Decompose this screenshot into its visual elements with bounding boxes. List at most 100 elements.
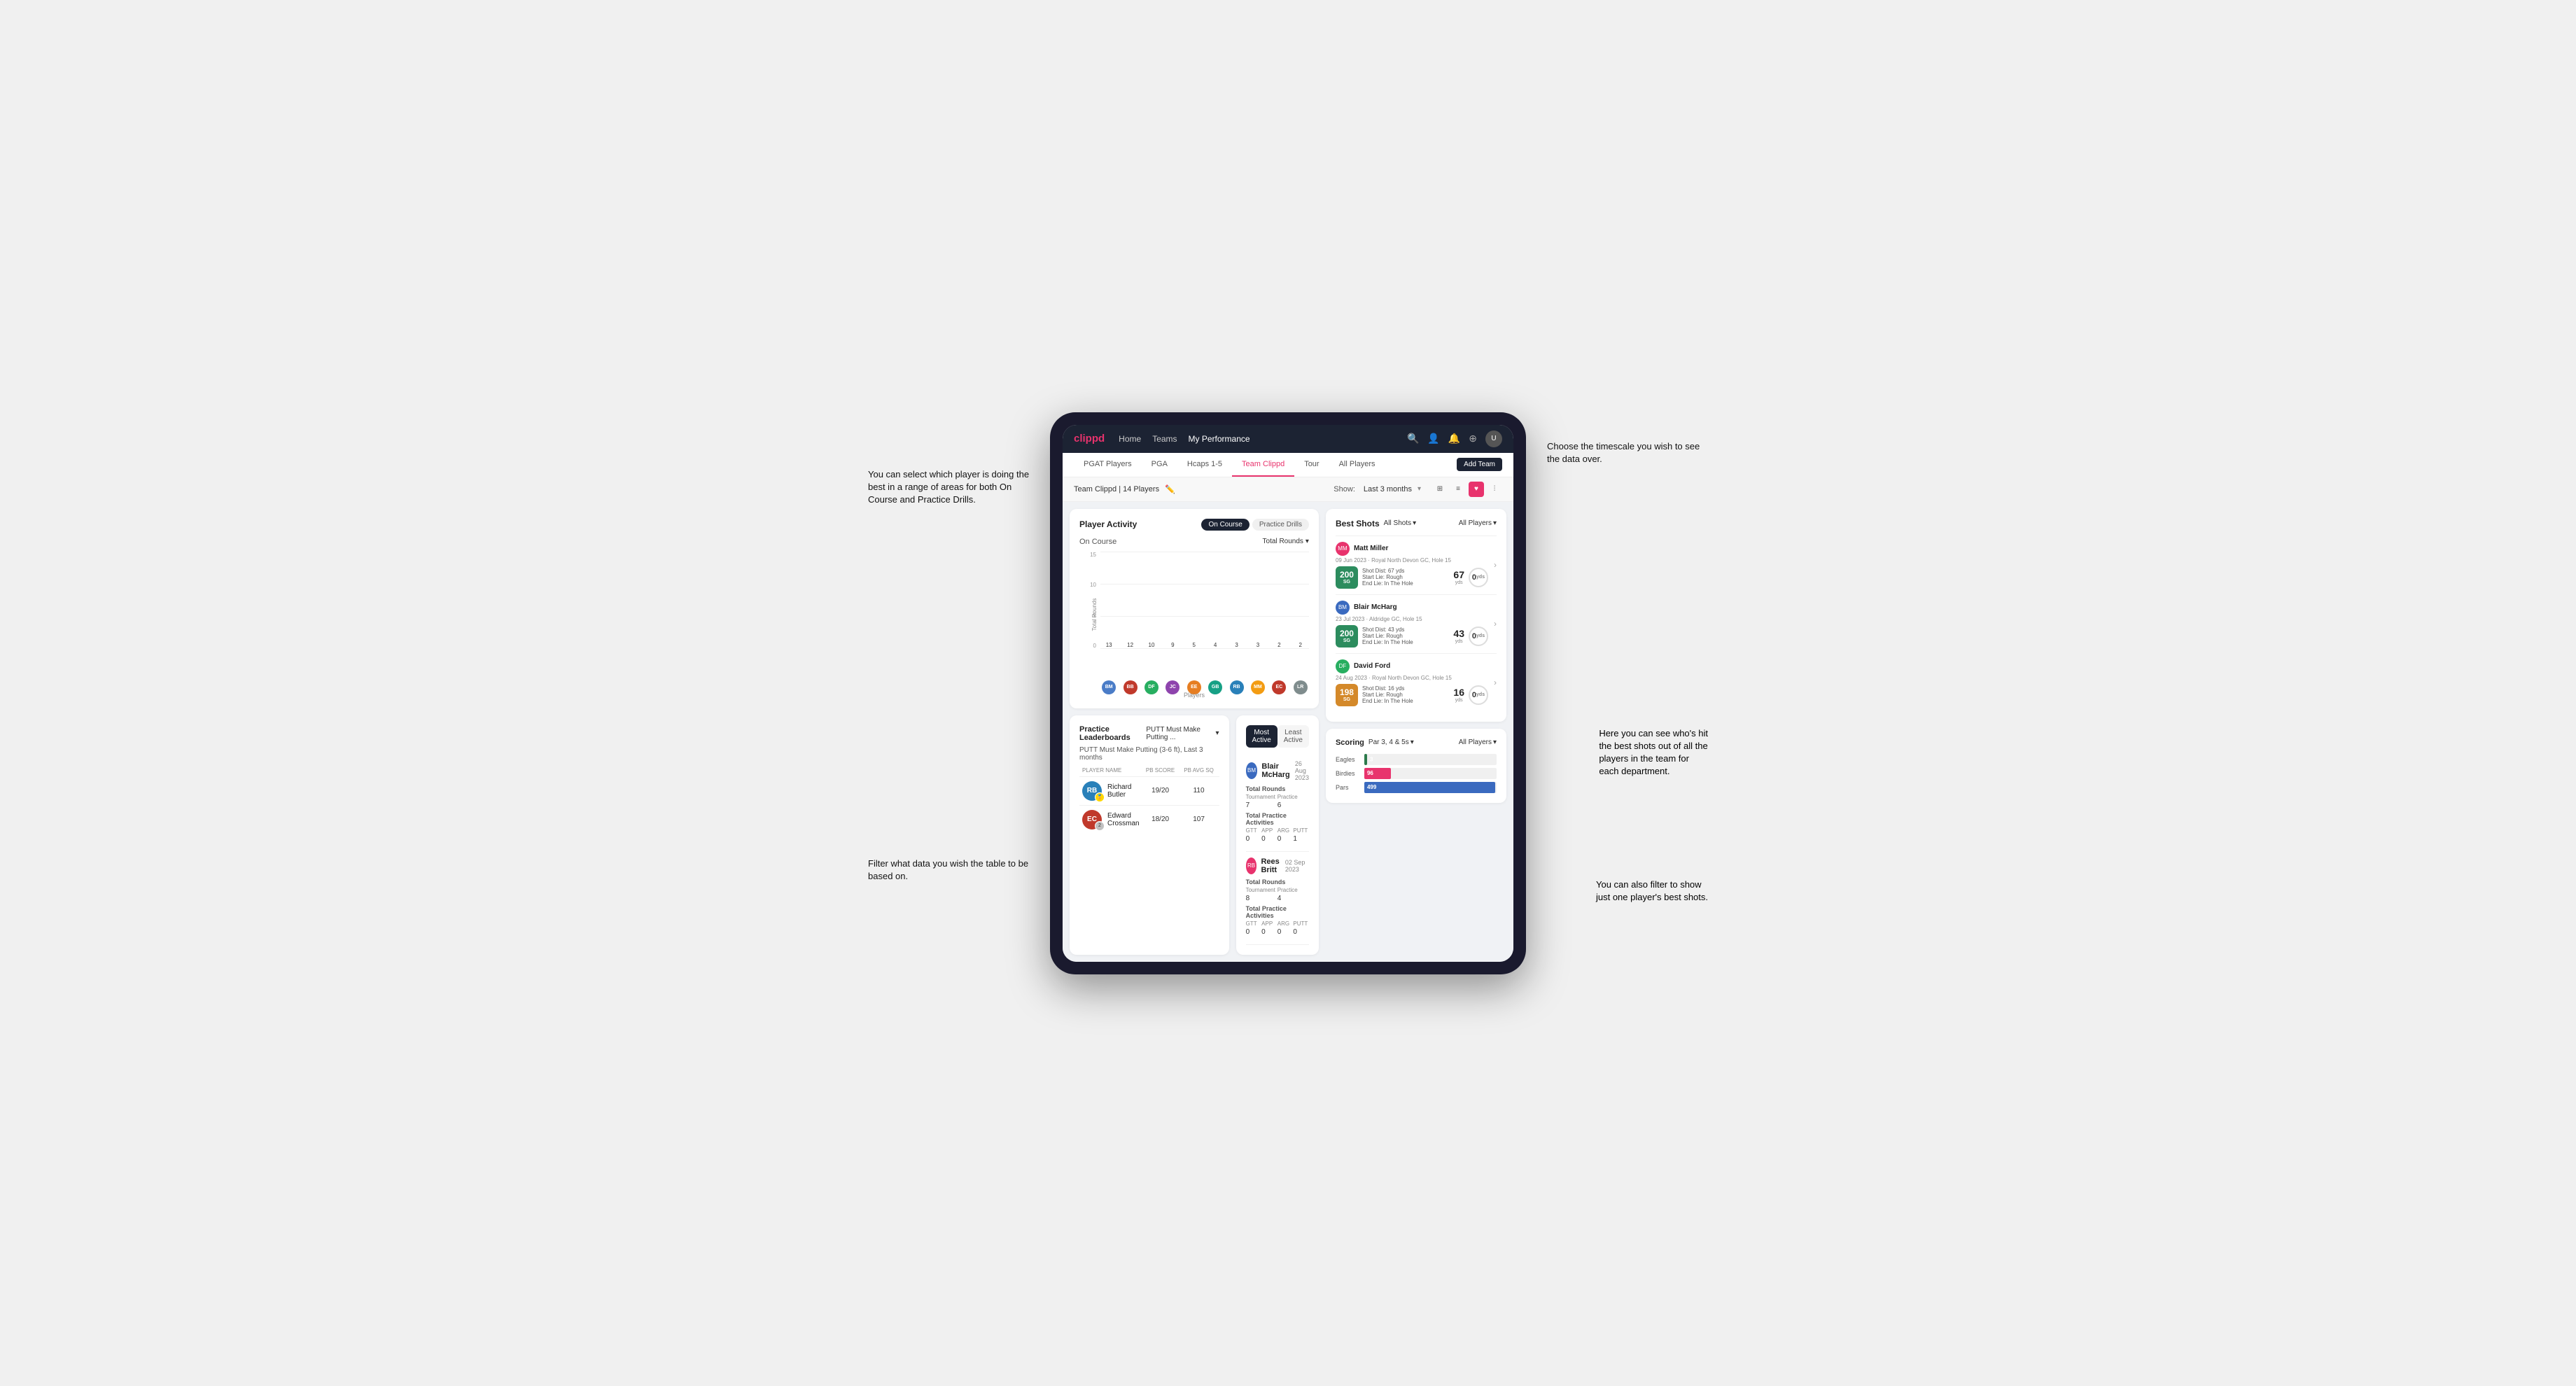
avatar: EC	[1272, 680, 1286, 694]
annotation-bottom-left: Filter what data you wish the table to b…	[868, 858, 1036, 883]
shot-desc: Shot Dist: 43 ydsStart Lie: RoughEnd Lie…	[1362, 626, 1449, 645]
bar-chart: 15 10 5 0 Total Rounds 1312109543322	[1079, 552, 1309, 678]
users-icon[interactable]: 👤	[1427, 433, 1439, 444]
scoring-card: Scoring Par 3, 4 & 5s ▾ All Players ▾	[1326, 729, 1506, 803]
tab-pga[interactable]: PGA	[1142, 453, 1177, 477]
chart-subtitle: On Course	[1079, 538, 1116, 546]
player-name: Edward Crossman	[1107, 812, 1140, 827]
left-panel: Player Activity On Course Practice Drill…	[1070, 509, 1319, 955]
stats-row: 0 0 0 0	[1246, 928, 1309, 936]
scoring-title: Scoring	[1336, 738, 1364, 747]
nav-logo: clippd	[1074, 433, 1105, 444]
bar-group: 2	[1292, 642, 1309, 650]
player-avatar: MM	[1336, 542, 1350, 556]
player-name: David Ford	[1354, 662, 1390, 670]
show-select[interactable]: Last 3 months	[1364, 485, 1412, 493]
avatar: GB	[1208, 680, 1222, 694]
nav-icons: 🔍 👤 🔔 ⊕ U	[1407, 430, 1502, 447]
search-icon[interactable]: 🔍	[1407, 433, 1419, 444]
activity-toggles: On Course Practice Drills	[1201, 519, 1308, 531]
avatar: DF	[1144, 680, 1158, 694]
avatar: RB	[1230, 680, 1244, 694]
plus-icon[interactable]: ⊕	[1469, 433, 1477, 444]
view-filter-icon[interactable]: ⫶	[1487, 482, 1502, 497]
active-toggle: Most Active Least Active	[1246, 725, 1309, 748]
tablet-screen: clippd Home Teams My Performance 🔍 👤 🔔 ⊕…	[1063, 425, 1513, 962]
shot-stat-yds: 16 yds	[1453, 687, 1464, 703]
add-team-button[interactable]: Add Team	[1457, 458, 1502, 471]
players-filter[interactable]: All Players ▾	[1459, 738, 1497, 746]
player-name: Blair McHarg	[1354, 603, 1397, 611]
shot-item-2[interactable]: BM Blair McHarg 23 Jul 2023 · Aldridge G…	[1336, 594, 1497, 653]
main-content: Player Activity On Course Practice Drill…	[1063, 502, 1513, 962]
all-shots-filter[interactable]: All Shots ▾	[1384, 519, 1417, 527]
section-label: Total Practice Activities	[1246, 905, 1309, 919]
stats-row: 8 4	[1246, 895, 1309, 902]
scoring-bar-wrap: 3	[1364, 754, 1497, 765]
practice-filter[interactable]: PUTT Must Make Putting ... ▾	[1146, 726, 1219, 741]
bell-icon[interactable]: 🔔	[1448, 433, 1460, 444]
sg-badge: 200 SG	[1336, 625, 1358, 648]
scoring-row-eagles: Eagles 3	[1336, 754, 1497, 765]
player-avg: 110	[1182, 787, 1217, 794]
tab-tour[interactable]: Tour	[1294, 453, 1329, 477]
annotation-bottom-right-1: Here you can see who's hitthe best shots…	[1599, 727, 1708, 778]
sub-header: Team Clippd | 14 Players ✏️ Show: Last 3…	[1063, 477, 1513, 502]
tab-all-players[interactable]: All Players	[1329, 453, 1385, 477]
sg-badge: 200 SG	[1336, 566, 1358, 589]
rank-badge-2: 2	[1095, 821, 1105, 831]
chart-filter[interactable]: Total Rounds ▾	[1263, 538, 1309, 545]
view-grid-icon[interactable]: ⊞	[1432, 482, 1448, 497]
tab-pgat-players[interactable]: PGAT Players	[1074, 453, 1142, 477]
avatar: JC	[1166, 680, 1180, 694]
stats-header: GTT APP ARG PUTT	[1246, 920, 1309, 927]
player-row: EC 2 Edward Crossman 18/20 107	[1079, 805, 1219, 834]
shot-item-3[interactable]: DF David Ford 24 Aug 2023 · Royal North …	[1336, 653, 1497, 712]
nav-home[interactable]: Home	[1119, 431, 1141, 447]
player-avg: 107	[1182, 816, 1217, 823]
edit-icon[interactable]: ✏️	[1165, 484, 1175, 494]
avatar[interactable]: U	[1485, 430, 1502, 447]
view-heart-icon[interactable]: ♥	[1469, 482, 1484, 497]
y-axis-label: Total Rounds	[1091, 598, 1098, 631]
shot-details: 09 Jun 2023 · Royal North Devon GC, Hole…	[1336, 557, 1488, 564]
player-avatar-wrap: RB 🏅	[1082, 781, 1102, 801]
scoring-row-birdies: Birdies 96	[1336, 768, 1497, 779]
nav-my-performance[interactable]: My Performance	[1189, 431, 1250, 447]
scoring-label: Birdies	[1336, 770, 1360, 777]
practice-leaderboards-card: Practice Leaderboards PUTT Must Make Put…	[1070, 715, 1229, 955]
bar-group: 3	[1228, 642, 1245, 650]
active-player-1: BM Blair McHarg 26 Aug 2023 Total Rounds…	[1246, 755, 1309, 852]
nav-bar: clippd Home Teams My Performance 🔍 👤 🔔 ⊕…	[1063, 425, 1513, 453]
on-course-toggle[interactable]: On Course	[1201, 519, 1249, 531]
view-list-icon[interactable]: ≡	[1450, 482, 1466, 497]
shot-stat-yds: 43 yds	[1453, 628, 1464, 644]
sg-badge: 198 SG	[1336, 684, 1358, 706]
bar-group: 12	[1121, 642, 1138, 650]
nav-teams[interactable]: Teams	[1152, 431, 1177, 447]
annotation-top-right: Choose the timescale you wish to see the…	[1547, 440, 1708, 465]
shot-metrics: 200 SG Shot Dist: 43 ydsStart Lie: Rough…	[1336, 625, 1488, 648]
avatar: BB	[1124, 680, 1138, 694]
view-icons: ⊞ ≡ ♥ ⫶	[1432, 482, 1502, 497]
most-active-btn[interactable]: Most Active	[1246, 725, 1278, 748]
tab-team-clippd[interactable]: Team Clippd	[1232, 453, 1294, 477]
tab-hcaps[interactable]: Hcaps 1-5	[1177, 453, 1232, 477]
practice-drills-toggle[interactable]: Practice Drills	[1252, 519, 1309, 531]
all-players-filter[interactable]: All Players ▾	[1459, 519, 1497, 527]
stat-zero: 0yds	[1469, 626, 1488, 646]
least-active-btn[interactable]: Least Active	[1278, 725, 1309, 748]
player-activity-title: Player Activity	[1079, 519, 1137, 529]
practice-title: Practice Leaderboards	[1079, 725, 1146, 742]
player-avatar: RB	[1246, 858, 1257, 874]
best-shots-card: Best Shots All Shots ▾ All Players ▾	[1326, 509, 1506, 722]
par-filter[interactable]: Par 3, 4 & 5s ▾	[1368, 738, 1414, 746]
shot-item-1[interactable]: MM Matt Miller 09 Jun 2023 · Royal North…	[1336, 536, 1497, 594]
tablet-frame: clippd Home Teams My Performance 🔍 👤 🔔 ⊕…	[1050, 412, 1526, 974]
player-activity-card: Player Activity On Course Practice Drill…	[1070, 509, 1319, 708]
nav-links: Home Teams My Performance	[1119, 431, 1393, 447]
active-player-left: BM Blair McHarg	[1246, 762, 1295, 779]
bar-group: 13	[1100, 642, 1117, 650]
player-pb-score: 19/20	[1140, 787, 1182, 794]
chevron-right-icon: ›	[1494, 619, 1497, 629]
